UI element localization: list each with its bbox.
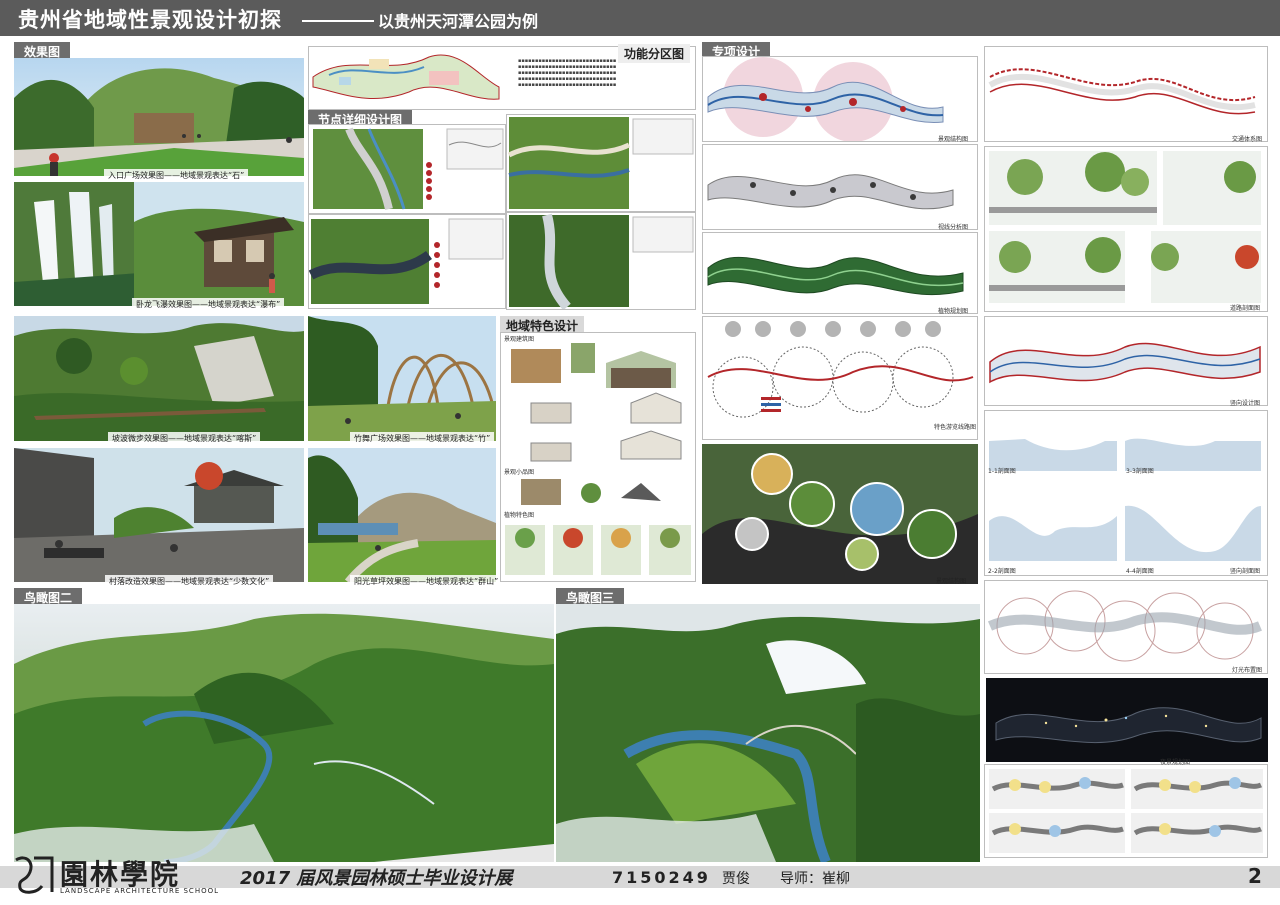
page-number: 2 — [1248, 864, 1262, 888]
label-sketches: 景观小品图 — [504, 469, 535, 476]
label-section-3-3: 3-3剖面图 — [1126, 468, 1154, 475]
node-detail-plan-1 — [308, 124, 506, 214]
caption-entrance-plaza: 入口广场效果图——地域景观表达“石” — [104, 169, 249, 182]
special-night-view — [986, 678, 1268, 762]
label-traffic: 交通体系图 — [1232, 136, 1263, 143]
label-night-plan: 夜景规划图 — [1160, 759, 1191, 766]
node-detail-plan-4 — [506, 212, 696, 310]
special-traffic-map — [984, 46, 1268, 142]
student-id: 7150249 — [612, 868, 711, 887]
caption-sunny-lawn: 阳光草坪效果图——地域景观表达“群山” — [350, 575, 503, 588]
node-detail-plan-3 — [506, 114, 696, 212]
label-tour-route: 特色游览线路图 — [934, 424, 977, 431]
caption-village: 村落改造效果图——地域景观表达“少数文化” — [105, 575, 274, 588]
label-plant-features: 植物特色图 — [504, 512, 535, 519]
special-vertical-sections — [984, 410, 1268, 576]
aerial-view-three-image — [556, 604, 980, 862]
caption-slope-path: 坡波微步效果图——地域景观表达“喀斯” — [108, 432, 261, 445]
school-logo-english: LANDSCAPE ARCHITECTURE SCHOOL — [60, 887, 219, 895]
label-section-4-4: 4-4剖面图 — [1126, 568, 1154, 575]
effect-waterfall-image — [14, 182, 304, 306]
effect-slope-path-image — [14, 316, 304, 441]
exhibition-title: 2017 届风景园林硕士毕业设计展 — [240, 868, 513, 889]
label-planting: 植物规划图 — [938, 308, 969, 315]
aerial-view-two-image — [14, 604, 554, 862]
label-sightline: 视线分析图 — [938, 224, 969, 231]
advisor: 导师：崔柳 — [780, 871, 850, 887]
school-logo: 園林學院 LANDSCAPE ARCHITECTURE SCHOOL — [12, 852, 240, 898]
effect-sunny-lawn-image — [308, 448, 496, 582]
label-lighting: 灯光布置图 — [1232, 667, 1263, 674]
zoning-description: ▪▪▪▪▪▪▪▪▪▪▪▪▪▪▪▪▪▪▪▪▪▪▪▪▪▪▪▪▪ ▪▪▪▪▪▪▪▪▪▪▪… — [518, 58, 617, 88]
caption-waterfall: 卧龙飞瀑效果图——地域景观表达“瀑布” — [132, 298, 285, 311]
student-name: 贾俊 — [722, 871, 750, 887]
special-landscape-structure-map — [702, 56, 978, 142]
special-planting-map — [702, 232, 978, 314]
special-lighting-layout — [984, 580, 1268, 674]
node-detail-plan-2 — [308, 214, 506, 309]
title-dash — [302, 20, 374, 22]
special-road-sections — [984, 146, 1268, 312]
effect-entrance-plaza-image — [14, 58, 304, 176]
label-section-2-2: 2-2剖面图 — [988, 568, 1016, 575]
special-sightline-map — [702, 144, 978, 230]
label-architecture: 景观建筑图 — [504, 336, 535, 343]
label-road-section: 道路剖面图 — [1230, 305, 1261, 312]
label-section-1-1: 1-1剖面图 — [988, 468, 1016, 475]
effect-village-image — [14, 448, 304, 582]
special-night-plan — [984, 764, 1268, 858]
special-vertical-design-map — [984, 316, 1268, 406]
regional-feature-panel — [500, 332, 696, 582]
page-subtitle: 以贵州天河潭公园为例 — [378, 12, 539, 31]
label-landscape-structure-render: 景观结构图 — [936, 578, 967, 585]
label-landscape-structure: 景观结构图 — [938, 136, 969, 143]
caption-bamboo-plaza: 竹舞广场效果图——地域景观表达“竹” — [350, 432, 495, 445]
label-vertical-design: 竖向设计图 — [1230, 400, 1261, 407]
label-vertical-section: 竖向剖面图 — [1230, 568, 1261, 575]
page-title: 贵州省地域性景观设计初探 — [18, 8, 282, 32]
school-logo-icon — [15, 856, 54, 894]
effect-bamboo-plaza-image — [308, 316, 496, 441]
special-landscape-structure-render — [702, 444, 978, 584]
